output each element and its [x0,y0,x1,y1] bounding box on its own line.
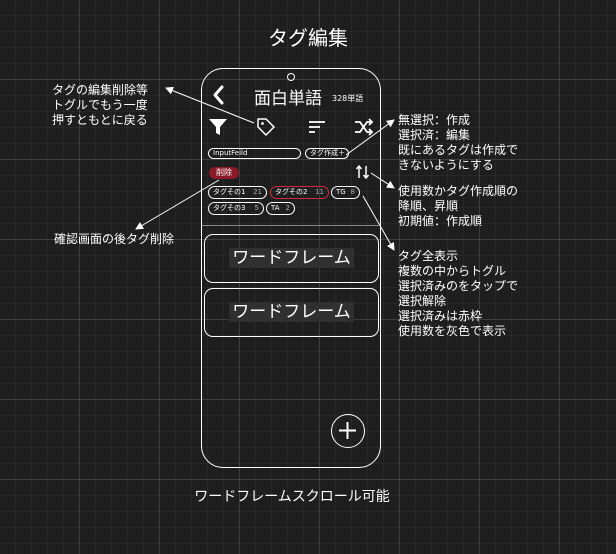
arrow-tag-icon [165,86,255,124]
arrow-delete [135,179,220,230]
footer-note: ワードフレームスクロール可能 [194,489,390,505]
arrow-tags [362,195,395,251]
arrow-create [345,119,395,156]
arrow-sort [370,172,395,189]
annotation-arrows [135,86,395,251]
